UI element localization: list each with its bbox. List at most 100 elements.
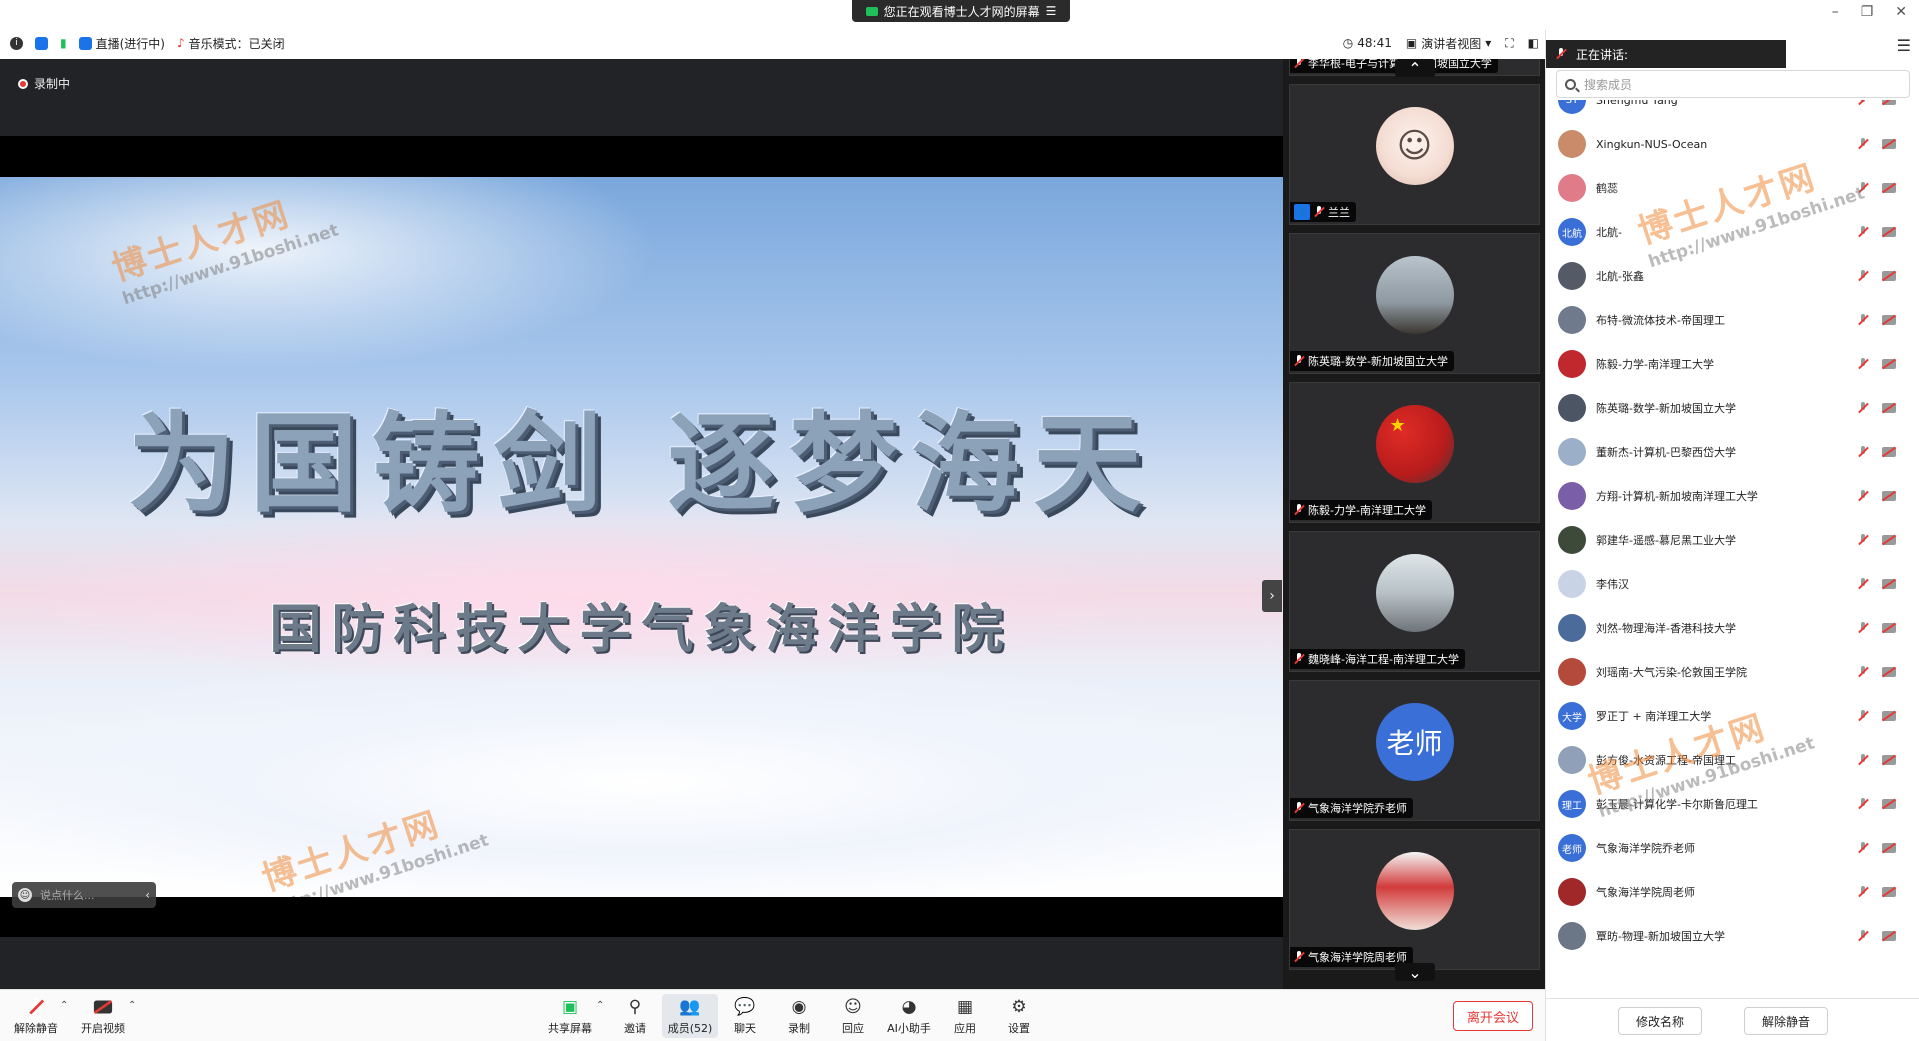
mic-muted-icon[interactable]	[1858, 402, 1868, 414]
participant-tile[interactable]: ☺ 👤 兰兰	[1289, 84, 1540, 225]
camera-off-icon[interactable]	[1882, 931, 1896, 941]
member-row[interactable]: 布特-微流体技术-帝国理工	[1546, 298, 1919, 342]
rename-button[interactable]: 修改名称	[1618, 1007, 1702, 1035]
gallery-scroll-up-button[interactable]: ⌃	[1395, 59, 1435, 78]
member-row[interactable]: 彭方俊-水资源工程-帝国理工	[1546, 738, 1919, 782]
mic-muted-icon[interactable]	[1858, 490, 1868, 502]
camera-off-icon[interactable]	[1882, 623, 1896, 633]
participant-tile[interactable]: 魏晓峰-海洋工程-南洋理工大学	[1289, 531, 1540, 672]
member-row[interactable]: 覃昉-物理-新加坡国立大学	[1546, 914, 1919, 958]
camera-off-icon[interactable]	[1882, 843, 1896, 853]
menu-icon[interactable]: ☰	[1897, 36, 1911, 55]
member-row[interactable]: 大学 罗正丁 + 南洋理工大学	[1546, 694, 1919, 738]
info-icon[interactable]: i	[10, 36, 23, 50]
mic-muted-icon[interactable]	[1858, 182, 1868, 194]
chevron-up-icon[interactable]: ⌃	[128, 1000, 136, 1011]
camera-off-icon[interactable]	[1882, 667, 1896, 677]
member-row[interactable]: 老师 气象海洋学院乔老师	[1546, 826, 1919, 870]
mic-muted-icon[interactable]	[1858, 270, 1868, 282]
mic-muted-icon[interactable]	[1858, 446, 1868, 458]
unmute-button[interactable]: 解除静音	[8, 994, 64, 1038]
mic-muted-icon[interactable]	[1858, 710, 1868, 722]
apps-button[interactable]: ▦ 应用	[937, 994, 993, 1038]
mic-muted-icon[interactable]	[1858, 226, 1868, 238]
menu-icon[interactable]: ☰	[1046, 4, 1057, 18]
record-button[interactable]: ◉ 录制	[771, 994, 827, 1038]
invite-button[interactable]: ⚲ 邀请	[607, 994, 663, 1038]
camera-off-icon[interactable]	[1882, 139, 1896, 149]
mic-muted-icon[interactable]	[1858, 754, 1868, 766]
close-icon[interactable]: ✕	[1895, 4, 1907, 20]
camera-off-icon[interactable]	[1882, 359, 1896, 369]
collapse-gallery-button[interactable]: ›	[1262, 580, 1282, 612]
fullscreen-icon[interactable]: ⛶	[1505, 36, 1513, 51]
sidebar-toggle-icon[interactable]: ◧	[1528, 36, 1539, 50]
react-button[interactable]: ☺ 回应	[825, 994, 881, 1038]
member-row[interactable]: 刘然-物理海洋-香港科技大学	[1546, 606, 1919, 650]
camera-off-icon[interactable]	[1882, 579, 1896, 589]
shield-icon[interactable]	[35, 36, 48, 50]
camera-off-icon[interactable]	[1882, 227, 1896, 237]
member-row[interactable]: 北航 北航-	[1546, 210, 1919, 254]
chat-quick-input[interactable]: ☺ 说点什么... ‹	[12, 882, 156, 908]
member-row[interactable]: 陈毅-力学-南洋理工大学	[1546, 342, 1919, 386]
mic-muted-icon[interactable]	[1858, 798, 1868, 810]
mic-muted-icon[interactable]	[1858, 314, 1868, 326]
member-row[interactable]: 鹤蕊	[1546, 166, 1919, 210]
share-screen-button[interactable]: ▣ 共享屏幕	[542, 994, 598, 1038]
camera-off-icon[interactable]	[1882, 887, 1896, 897]
camera-off-icon[interactable]	[1882, 535, 1896, 545]
member-row[interactable]: 方翔-计算机-新加坡南洋理工大学	[1546, 474, 1919, 518]
mic-muted-icon[interactable]	[1858, 666, 1868, 678]
camera-off-icon[interactable]	[1882, 755, 1896, 765]
mic-muted-icon[interactable]	[1858, 358, 1868, 370]
screen-share-banner[interactable]: 您正在观看博士人才网的屏幕 ☰	[852, 0, 1070, 22]
mic-muted-icon[interactable]	[1858, 534, 1868, 546]
start-video-button[interactable]: 开启视频	[75, 994, 131, 1038]
member-row[interactable]: 李伟汉	[1546, 562, 1919, 606]
participant-tile[interactable]: 老师 气象海洋学院乔老师	[1289, 680, 1540, 821]
chevron-up-icon[interactable]: ⌃	[60, 1000, 68, 1011]
signal-icon[interactable]: ▮	[60, 36, 67, 50]
camera-off-icon[interactable]	[1882, 711, 1896, 721]
participant-tile[interactable]: 陈英璐-数学-新加坡国立大学	[1289, 233, 1540, 374]
member-row[interactable]: SY Shengmu Yang	[1546, 100, 1919, 122]
gallery-scroll-down-button[interactable]: ⌄	[1395, 963, 1435, 982]
member-search-input[interactable]: 搜索成员	[1556, 70, 1910, 98]
maximize-icon[interactable]: ❐	[1861, 4, 1874, 20]
mic-muted-icon[interactable]	[1858, 138, 1868, 150]
unmute-all-button[interactable]: 解除静音	[1744, 1007, 1828, 1035]
camera-off-icon[interactable]	[1882, 271, 1896, 281]
ai-assistant-button[interactable]: ◕ AI小助手	[881, 994, 937, 1038]
chevron-up-icon[interactable]: ⌃	[596, 1000, 604, 1011]
member-row[interactable]: 刘瑶南-大气污染-伦敦国王学院	[1546, 650, 1919, 694]
member-row[interactable]: 陈英璐-数学-新加坡国立大学	[1546, 386, 1919, 430]
mic-muted-icon[interactable]	[1858, 100, 1868, 106]
camera-off-icon[interactable]	[1882, 491, 1896, 501]
member-row[interactable]: 理工 彭玉晨-计算化学-卡尔斯鲁厄理工	[1546, 782, 1919, 826]
participant-tile[interactable]: ★ 陈毅-力学-南洋理工大学	[1289, 382, 1540, 523]
settings-button[interactable]: ⚙ 设置	[991, 994, 1047, 1038]
mic-muted-icon[interactable]	[1858, 886, 1868, 898]
mic-muted-icon[interactable]	[1858, 578, 1868, 590]
member-row[interactable]: 北航-张鑫	[1546, 254, 1919, 298]
view-mode-dropdown[interactable]: ▣ 演讲者视图 ▾	[1406, 35, 1491, 52]
live-status[interactable]: 直播(进行中)	[78, 35, 165, 52]
camera-off-icon[interactable]	[1882, 100, 1896, 105]
recording-indicator[interactable]: 录制中	[18, 75, 70, 92]
minimize-icon[interactable]: –	[1832, 4, 1839, 20]
member-row[interactable]: Xingkun-NUS-Ocean	[1546, 122, 1919, 166]
chat-button[interactable]: 💬 聊天	[717, 994, 773, 1038]
emoji-icon[interactable]: ☺	[18, 888, 32, 902]
camera-off-icon[interactable]	[1882, 315, 1896, 325]
member-row[interactable]: 董新杰-计算机-巴黎西岱大学	[1546, 430, 1919, 474]
camera-off-icon[interactable]	[1882, 403, 1896, 413]
mic-muted-icon[interactable]	[1858, 842, 1868, 854]
camera-off-icon[interactable]	[1882, 183, 1896, 193]
leave-meeting-button[interactable]: 离开会议	[1453, 1001, 1533, 1031]
music-mode[interactable]: ♪ 音乐模式：已关闭	[177, 35, 285, 52]
member-row[interactable]: 郭建华-遥感-慕尼黑工业大学	[1546, 518, 1919, 562]
camera-off-icon[interactable]	[1882, 799, 1896, 809]
members-button[interactable]: 👥 成员(52)	[662, 994, 718, 1038]
mic-muted-icon[interactable]	[1858, 622, 1868, 634]
